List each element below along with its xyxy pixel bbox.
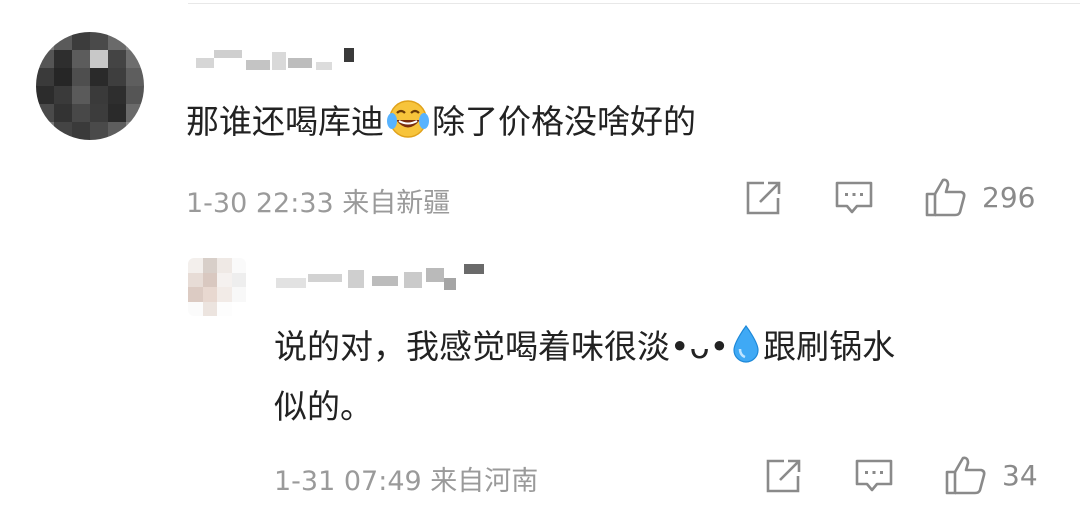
comment-time: 1-30 22:33 来自新疆: [186, 188, 451, 219]
username-blurred[interactable]: [196, 46, 366, 72]
share-icon: [746, 181, 781, 215]
reply-text: 说的对，我感觉喝着味很淡•ᴗ• 跟刷锅水: [274, 317, 895, 383]
share-icon: [766, 459, 801, 493]
like-count: 296: [982, 180, 1036, 214]
reply-text-part1: 说的对，我感觉喝着味很淡•ᴗ•: [274, 327, 730, 366]
reply-text-part2: 跟刷锅水: [763, 327, 896, 366]
laughing-tears-emoji: [386, 98, 430, 158]
comment-icon: [835, 181, 873, 214]
comment-button[interactable]: [834, 180, 874, 216]
comment-icon: [855, 459, 893, 492]
comment-text-part1: 那谁还喝库迪: [186, 102, 384, 141]
reply-like-count: 34: [1002, 458, 1038, 492]
reply-comment-button[interactable]: [854, 458, 894, 494]
reply-username-blurred[interactable]: [276, 264, 496, 290]
reply-like-button[interactable]: 34: [944, 454, 1038, 496]
share-button[interactable]: [744, 180, 782, 216]
thumbs-up-icon: [925, 178, 966, 217]
comment-text-part2: 除了价格没啥好的: [432, 102, 696, 141]
reply-text-line2: 似的。: [274, 387, 373, 426]
comment-text: 那谁还喝库迪 除了价格没啥好的: [186, 92, 696, 158]
thumbs-up-icon: [945, 456, 986, 495]
user-avatar[interactable]: [36, 32, 144, 140]
top-divider: [188, 3, 1080, 4]
like-button[interactable]: 296: [924, 176, 1035, 218]
reply-user-avatar[interactable]: [188, 258, 246, 316]
reply-time: 1-31 07:49 来自河南: [274, 466, 539, 497]
droplet-emoji: [731, 323, 761, 383]
reply-share-button[interactable]: [764, 458, 802, 494]
